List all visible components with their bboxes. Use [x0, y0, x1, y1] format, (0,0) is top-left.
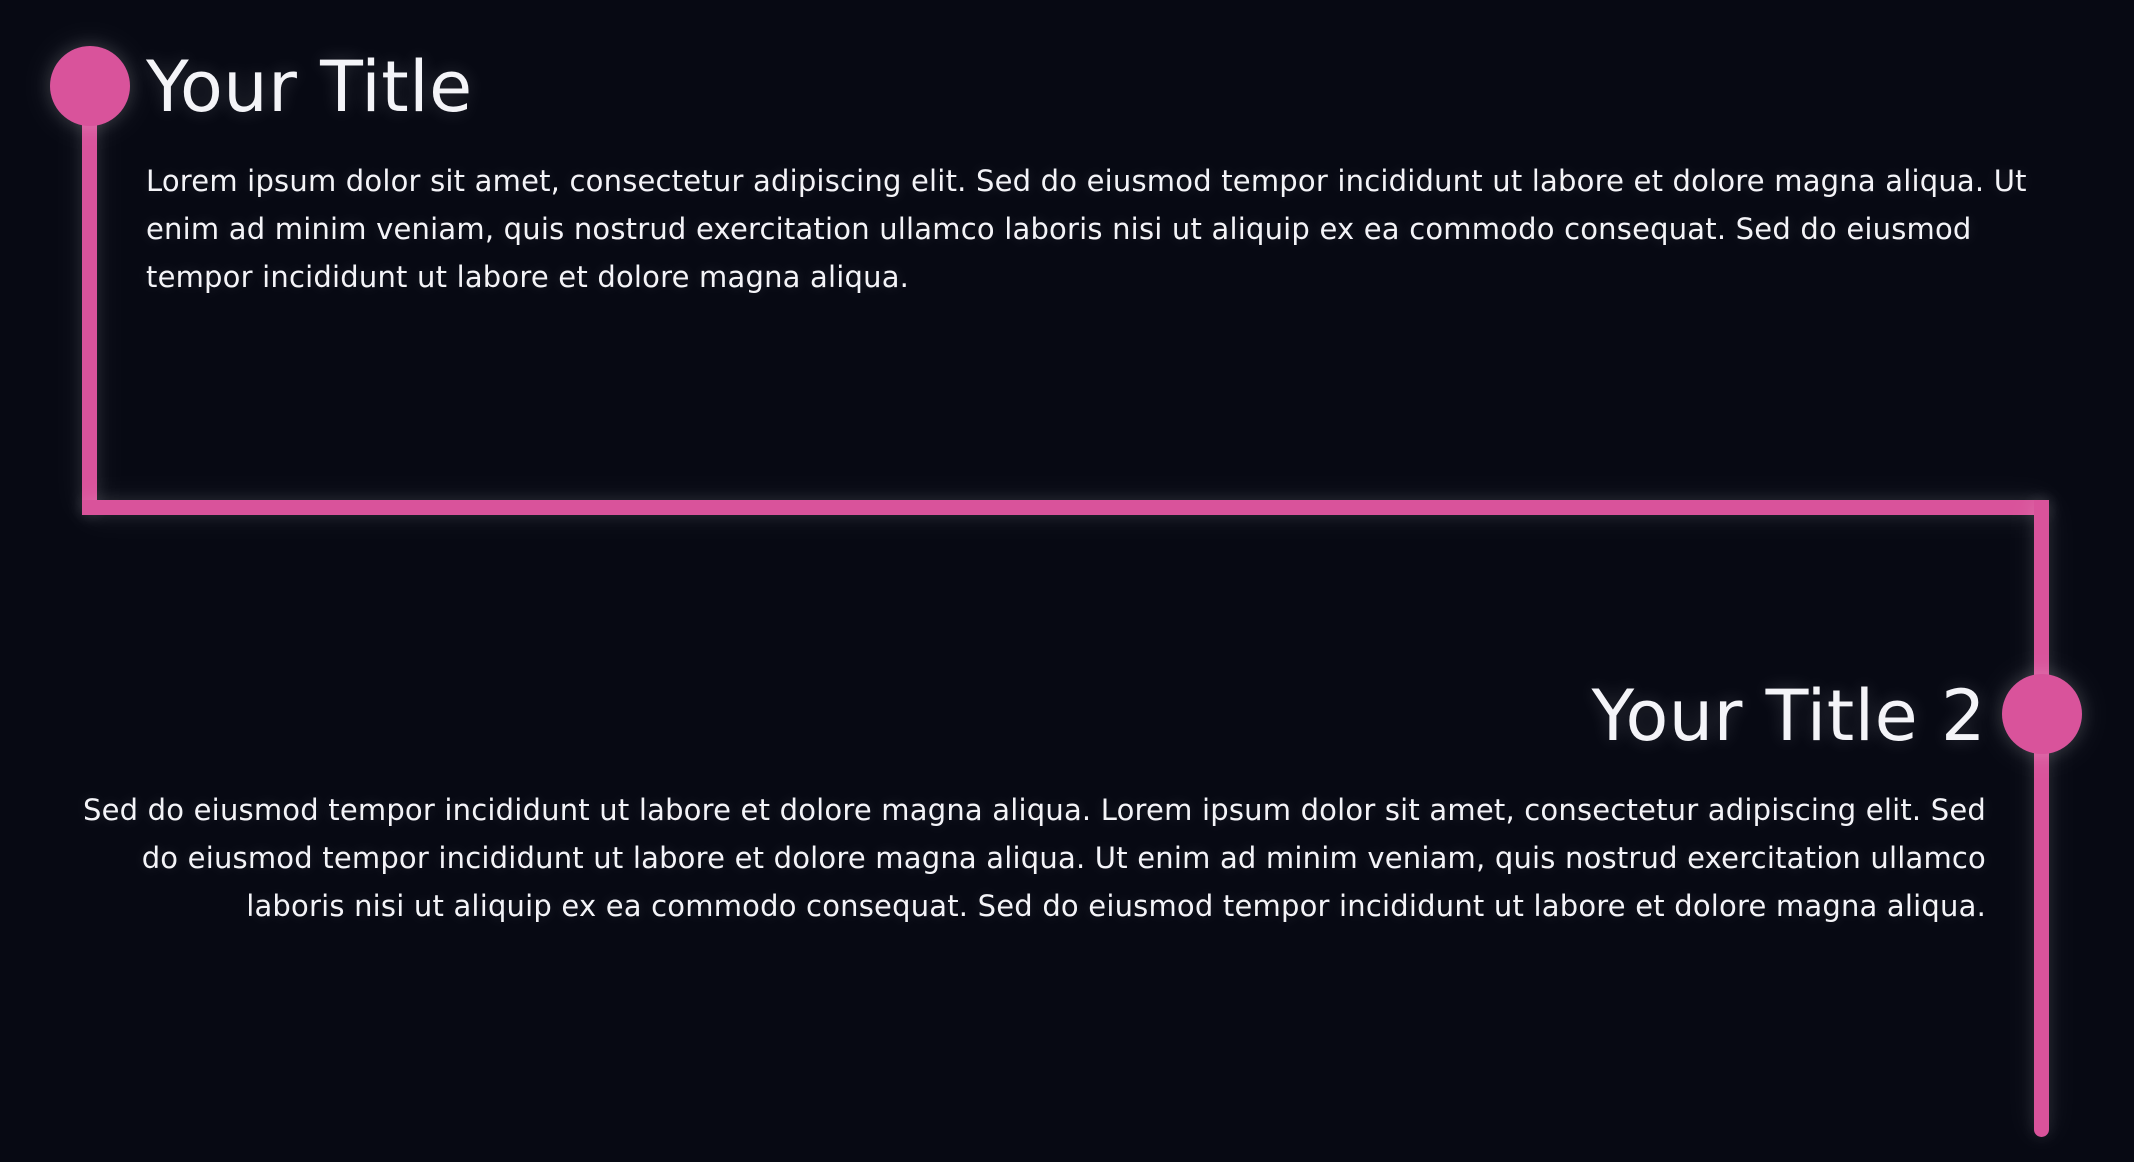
- timeline-node-1: [50, 46, 130, 126]
- timeline-title-1: Your Title: [146, 46, 473, 128]
- timeline-body-1: Lorem ipsum dolor sit amet, consectetur …: [146, 164, 2027, 294]
- timeline-connector-top-vertical: [82, 88, 97, 514]
- timeline-body-2: Sed do eiusmod tempor incididunt ut labo…: [83, 793, 1986, 923]
- timeline-connector-bottom-vertical: [2034, 500, 2049, 1137]
- timeline-connector-horizontal: [82, 500, 2049, 515]
- timeline-node-2: [2002, 674, 2082, 754]
- timeline-canvas: Your Title Lorem ipsum dolor sit amet, c…: [0, 0, 2134, 1162]
- timeline-title-2: Your Title 2: [1591, 675, 1986, 757]
